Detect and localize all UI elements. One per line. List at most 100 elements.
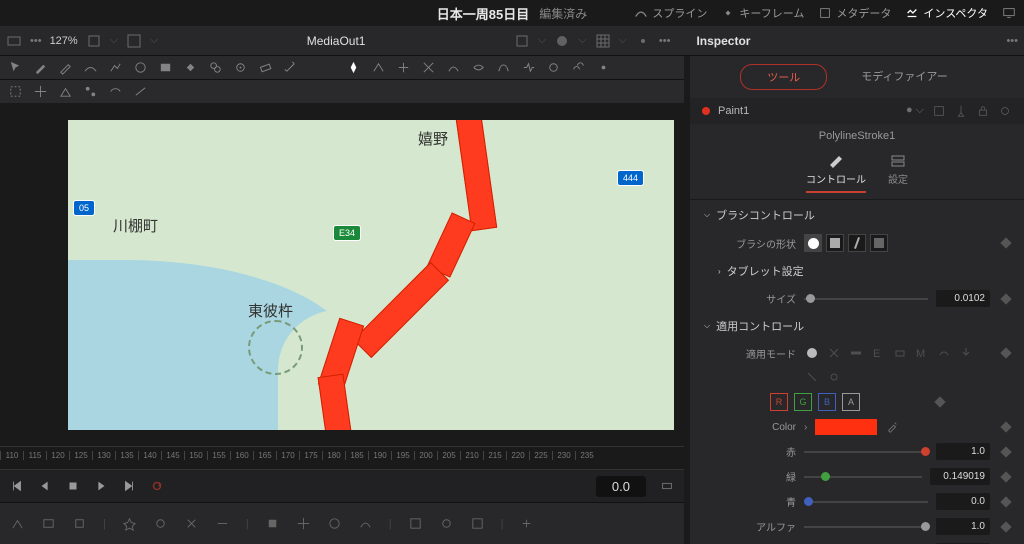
aux-icon[interactable] — [635, 33, 651, 49]
extra-icon[interactable] — [596, 60, 611, 75]
mode-9-icon[interactable] — [804, 369, 820, 385]
timecode[interactable]: 0.0 — [596, 476, 646, 497]
curve1-icon[interactable] — [446, 60, 461, 75]
tool-a-icon[interactable] — [371, 60, 386, 75]
value-size[interactable]: 0.0102 — [936, 290, 990, 307]
loop1-icon[interactable] — [546, 60, 561, 75]
node-header[interactable]: Paint1 ● ⌵ — [690, 98, 1024, 124]
n3-icon[interactable] — [72, 516, 87, 531]
channel-b[interactable]: B — [818, 393, 836, 411]
n2-icon[interactable] — [41, 516, 56, 531]
tab-keyframe[interactable]: キーフレーム — [721, 5, 804, 21]
window-icon[interactable] — [126, 33, 142, 49]
tab-spline[interactable]: スプライン — [634, 5, 707, 21]
play-icon[interactable] — [94, 479, 108, 493]
t4-icon[interactable] — [133, 84, 148, 99]
first-frame-icon[interactable] — [10, 479, 24, 493]
stop-icon[interactable] — [66, 479, 80, 493]
tab-inspector[interactable]: インスペクタ — [905, 5, 988, 21]
channel-g[interactable]: G — [794, 393, 812, 411]
eyedropper-icon[interactable] — [885, 420, 899, 434]
brush-custom[interactable] — [870, 234, 888, 252]
tool-b-icon[interactable] — [396, 60, 411, 75]
fit-icon[interactable] — [86, 33, 102, 49]
t2-icon[interactable] — [83, 84, 98, 99]
timeline-ruler[interactable]: 1101151201251301351401451501551601651701… — [0, 446, 684, 464]
kf-nav-icon[interactable]: ● ⌵ — [906, 104, 924, 118]
n9-icon[interactable] — [296, 516, 311, 531]
t3-icon[interactable] — [108, 84, 123, 99]
rgb-icon[interactable] — [554, 33, 570, 49]
kf-color[interactable] — [1000, 421, 1011, 432]
n10-icon[interactable] — [327, 516, 342, 531]
move-icon[interactable] — [33, 84, 48, 99]
section-tablet[interactable]: ›タブレット設定 — [690, 256, 1024, 286]
mode-3-icon[interactable] — [848, 345, 864, 361]
n5-icon[interactable] — [153, 516, 168, 531]
brush-square[interactable] — [826, 234, 844, 252]
clone1-icon[interactable] — [208, 60, 223, 75]
n13-icon[interactable] — [439, 516, 454, 531]
mode-2-icon[interactable] — [826, 345, 842, 361]
t1-icon[interactable] — [58, 84, 73, 99]
tab-modifier[interactable]: モディファイアー — [835, 64, 974, 90]
n7-icon[interactable] — [215, 516, 230, 531]
slider-blue[interactable] — [804, 501, 928, 503]
brush2-icon[interactable] — [58, 60, 73, 75]
last-frame-icon[interactable] — [122, 479, 136, 493]
brush3-icon[interactable] — [83, 60, 98, 75]
tool-c-icon[interactable] — [421, 60, 436, 75]
subtab-control[interactable]: コントロール — [806, 154, 866, 193]
channel-r[interactable]: R — [770, 393, 788, 411]
mode-color-icon[interactable] — [804, 345, 820, 361]
kf-rgba[interactable] — [934, 396, 945, 407]
layout-icon[interactable] — [6, 33, 22, 49]
value-blue[interactable]: 0.0 — [936, 493, 990, 510]
slider-alpha[interactable] — [804, 526, 928, 528]
pin-icon[interactable] — [954, 104, 968, 118]
n14-icon[interactable] — [470, 516, 485, 531]
n15-icon[interactable] — [519, 516, 534, 531]
tab-metadata[interactable]: メタデータ — [818, 5, 891, 21]
brush-line[interactable] — [848, 234, 866, 252]
n11-icon[interactable] — [358, 516, 373, 531]
n4-icon[interactable] — [122, 516, 137, 531]
curve4-icon[interactable] — [521, 60, 536, 75]
screen-icon[interactable] — [1002, 6, 1016, 20]
slider-size[interactable] — [804, 298, 928, 300]
zoom-level[interactable]: 127% — [50, 35, 78, 47]
loop2-icon[interactable] — [571, 60, 586, 75]
play-rev-icon[interactable] — [38, 479, 52, 493]
tc-opt-icon[interactable] — [660, 479, 674, 493]
reset-icon[interactable] — [998, 104, 1012, 118]
value-red[interactable]: 1.0 — [936, 443, 990, 460]
n8-icon[interactable] — [265, 516, 280, 531]
n12-icon[interactable] — [408, 516, 423, 531]
kf-green[interactable] — [1000, 471, 1011, 482]
fill-icon[interactable] — [183, 60, 198, 75]
color-swatch[interactable] — [815, 419, 877, 435]
mode-6-icon[interactable]: M — [914, 345, 930, 361]
lock-icon[interactable] — [976, 104, 990, 118]
mode-4-icon[interactable]: E — [870, 345, 886, 361]
tab-tool[interactable]: ツール — [740, 64, 827, 90]
loop-icon[interactable] — [150, 479, 164, 493]
brush-soft[interactable] — [804, 234, 822, 252]
grid-icon[interactable] — [595, 33, 611, 49]
section-apply[interactable]: ⌵適用コントロール — [690, 311, 1024, 341]
sel-icon[interactable] — [8, 84, 23, 99]
section-brush[interactable]: ⌵ブラシコントロール — [690, 200, 1024, 230]
n1-icon[interactable] — [10, 516, 25, 531]
pointer-icon[interactable] — [8, 60, 23, 75]
clone2-icon[interactable] — [233, 60, 248, 75]
circle-icon[interactable] — [133, 60, 148, 75]
viewer-canvas[interactable]: 嬉野 川棚町 東彼杵 444 05 E34 — [0, 103, 684, 446]
subtab-settings[interactable]: 設定 — [888, 154, 908, 193]
value-green[interactable]: 0.149019 — [930, 468, 990, 485]
slider-red[interactable] — [804, 451, 928, 453]
brush1-icon[interactable] — [33, 60, 48, 75]
channel-a[interactable]: A — [842, 393, 860, 411]
kf-red[interactable] — [1000, 446, 1011, 457]
slider-green[interactable] — [804, 476, 922, 478]
poly-icon[interactable] — [108, 60, 123, 75]
